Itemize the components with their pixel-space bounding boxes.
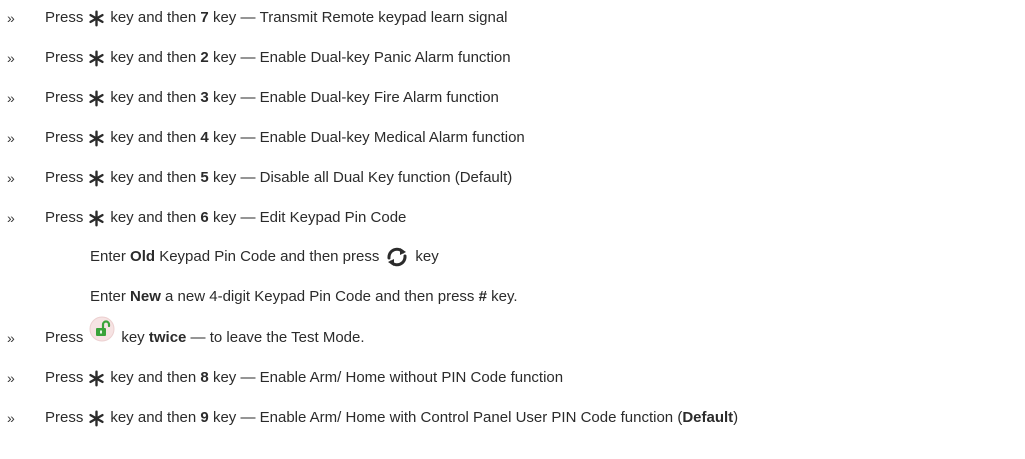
asterisk-key-icon bbox=[88, 210, 105, 227]
bullet: » bbox=[7, 130, 15, 146]
bullet: » bbox=[7, 90, 15, 106]
asterisk-key-icon bbox=[88, 130, 105, 147]
key-number: 6 bbox=[200, 209, 209, 226]
bullet: » bbox=[7, 210, 15, 226]
refresh-key-icon bbox=[385, 246, 409, 268]
item-description: Enable Dual-key Medical Alarm function bbox=[259, 129, 525, 146]
asterisk-key-icon bbox=[88, 50, 105, 67]
key-number: 5 bbox=[200, 169, 209, 186]
key-number: 2 bbox=[200, 49, 209, 66]
key-number: 8 bbox=[200, 369, 209, 386]
bullet: » bbox=[7, 170, 15, 186]
asterisk-key-icon bbox=[88, 90, 105, 107]
item-description: Transmit Remote keypad learn signal bbox=[259, 9, 508, 26]
bullet: » bbox=[7, 50, 15, 66]
key-number: 3 bbox=[200, 89, 209, 106]
item-description: Enable Dual-key Fire Alarm function bbox=[259, 89, 499, 106]
item-description: Enable Arm/ Home with Control Panel User… bbox=[259, 409, 683, 426]
item-description: Disable all Dual Key function (Default) bbox=[259, 169, 513, 186]
hash-key: # bbox=[478, 288, 487, 305]
asterisk-key-icon bbox=[88, 410, 105, 427]
asterisk-key-icon bbox=[88, 10, 105, 27]
bullet: » bbox=[7, 370, 15, 386]
bullet: » bbox=[7, 330, 15, 346]
bullet: » bbox=[7, 10, 15, 26]
item-description: Edit Keypad Pin Code bbox=[259, 209, 407, 226]
asterisk-key-icon bbox=[88, 170, 105, 187]
key-number: 7 bbox=[200, 9, 209, 26]
item-description: Enable Dual-key Panic Alarm function bbox=[259, 49, 511, 66]
unlock-key-icon bbox=[89, 316, 115, 342]
instruction-list: » Press key and then 7 key — Transmit Re… bbox=[0, 0, 1025, 459]
key-number: 4 bbox=[200, 129, 209, 146]
bullet: » bbox=[7, 410, 15, 426]
asterisk-key-icon bbox=[88, 370, 105, 387]
item-description: Enable Arm/ Home without PIN Code functi… bbox=[259, 369, 564, 386]
key-number: 9 bbox=[200, 409, 209, 426]
